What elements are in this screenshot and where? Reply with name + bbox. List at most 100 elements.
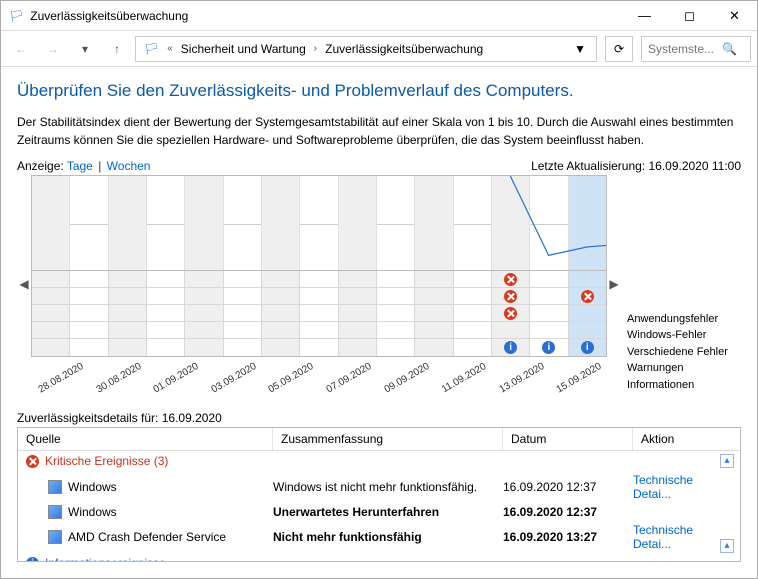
minimize-button[interactable]: ―	[622, 1, 667, 31]
content: Überprüfen Sie den Zuverlässigkeits- und…	[1, 67, 757, 562]
breadcrumb-dropdown[interactable]: ▼	[568, 42, 592, 56]
event-cell[interactable]	[262, 271, 300, 288]
event-cell[interactable]	[454, 271, 492, 288]
chevron-icon: «	[165, 43, 175, 54]
event-cell[interactable]	[530, 288, 568, 305]
event-cell[interactable]	[185, 305, 223, 322]
event-cell[interactable]	[70, 271, 108, 288]
event-cell[interactable]	[415, 288, 453, 305]
close-button[interactable]: ✕	[712, 1, 757, 31]
event-cell[interactable]	[185, 271, 223, 288]
search-input[interactable]	[648, 42, 718, 56]
event-cell[interactable]	[70, 305, 108, 322]
event-cell[interactable]	[569, 271, 606, 288]
col-action[interactable]: Aktion	[633, 428, 740, 450]
event-cell[interactable]	[147, 322, 185, 339]
event-cell[interactable]	[147, 288, 185, 305]
event-cell[interactable]	[300, 305, 338, 322]
event-cell[interactable]	[262, 288, 300, 305]
event-cell[interactable]	[109, 288, 147, 305]
src: Windows	[68, 505, 117, 519]
event-cell[interactable]	[339, 305, 377, 322]
col-source[interactable]: Quelle	[18, 428, 273, 450]
event-cell[interactable]	[569, 322, 606, 339]
up-button[interactable]: ↑	[103, 35, 131, 63]
event-cell[interactable]	[32, 305, 70, 322]
table-body[interactable]: Kritische Ereignisse (3)▴WindowsWindows …	[18, 451, 740, 561]
collapse-button[interactable]: ▴	[720, 454, 734, 468]
table-row[interactable]: WindowsUnerwartetes Herunterfahren16.09.…	[18, 503, 740, 521]
event-cell[interactable]	[530, 271, 568, 288]
event-cell[interactable]	[300, 322, 338, 339]
crumb-current[interactable]: Zuverlässigkeitsüberwachung	[321, 42, 487, 56]
scroll-right[interactable]: ▶	[607, 175, 621, 393]
event-cell[interactable]	[339, 271, 377, 288]
col-date[interactable]: Datum	[503, 428, 633, 450]
view-weeks-link[interactable]: Wochen	[107, 159, 151, 173]
view-days-link[interactable]: Tage	[67, 159, 93, 173]
event-cell[interactable]	[224, 288, 262, 305]
app-icon	[48, 480, 62, 494]
event-cell[interactable]	[339, 322, 377, 339]
back-button[interactable]: ←	[7, 35, 35, 63]
event-cell[interactable]	[530, 305, 568, 322]
collapse-button[interactable]: ▴	[720, 539, 734, 553]
event-cell[interactable]	[300, 288, 338, 305]
event-cell[interactable]	[32, 271, 70, 288]
breadcrumb[interactable]: 🏳 « Sicherheit und Wartung › Zuverlässig…	[135, 36, 597, 62]
event-cell[interactable]	[377, 322, 415, 339]
event-cell[interactable]	[454, 322, 492, 339]
event-cell[interactable]	[262, 322, 300, 339]
event-cell[interactable]	[492, 288, 530, 305]
event-cell[interactable]	[32, 322, 70, 339]
crumb-parent[interactable]: Sicherheit und Wartung	[177, 42, 310, 56]
event-cell[interactable]	[454, 288, 492, 305]
event-cell[interactable]	[530, 322, 568, 339]
date: 16.09.2020 12:37	[503, 505, 633, 519]
recent-button[interactable]: ▾	[71, 35, 99, 63]
event-cell[interactable]	[147, 271, 185, 288]
event-cell[interactable]	[147, 305, 185, 322]
group-critical[interactable]: Kritische Ereignisse (3)	[18, 451, 740, 471]
maximize-button[interactable]: ◻	[667, 1, 712, 31]
event-cell[interactable]	[492, 322, 530, 339]
group-info[interactable]: iInformationsereignisse	[18, 553, 740, 561]
table-row[interactable]: AMD Crash Defender ServiceNicht mehr fun…	[18, 521, 740, 553]
event-cell[interactable]	[185, 288, 223, 305]
event-cell[interactable]	[339, 288, 377, 305]
col-summary[interactable]: Zusammenfassung	[273, 428, 503, 450]
event-cell[interactable]	[415, 305, 453, 322]
event-cell[interactable]	[377, 305, 415, 322]
event-cell[interactable]	[300, 271, 338, 288]
action-link[interactable]: Technische Detai...	[633, 523, 732, 551]
event-cell[interactable]	[569, 305, 606, 322]
event-cell[interactable]	[224, 305, 262, 322]
event-cell[interactable]	[70, 322, 108, 339]
forward-button[interactable]: →	[39, 35, 67, 63]
event-cell[interactable]	[70, 288, 108, 305]
event-cell[interactable]	[377, 271, 415, 288]
event-cell[interactable]	[377, 288, 415, 305]
event-cell[interactable]	[492, 271, 530, 288]
scroll-left[interactable]: ◀	[17, 175, 31, 393]
event-cell[interactable]	[32, 288, 70, 305]
error-icon	[26, 455, 39, 468]
event-cell[interactable]	[224, 271, 262, 288]
event-cell[interactable]	[569, 288, 606, 305]
event-cell[interactable]	[415, 322, 453, 339]
search-box[interactable]: 🔍	[641, 36, 751, 62]
event-cell[interactable]	[224, 322, 262, 339]
event-cell[interactable]	[109, 271, 147, 288]
event-cell[interactable]	[415, 271, 453, 288]
table-row[interactable]: WindowsWindows ist nicht mehr funktionsf…	[18, 471, 740, 503]
event-cell[interactable]	[262, 305, 300, 322]
refresh-button[interactable]: ⟳	[605, 36, 633, 62]
event-cell[interactable]	[454, 305, 492, 322]
event-grid[interactable]: iii	[31, 271, 607, 357]
event-cell[interactable]	[109, 322, 147, 339]
event-cell[interactable]	[492, 305, 530, 322]
stability-plot[interactable]: 10 5 1	[31, 175, 607, 271]
event-cell[interactable]	[109, 305, 147, 322]
action-link[interactable]: Technische Detai...	[633, 473, 732, 501]
event-cell[interactable]	[185, 322, 223, 339]
